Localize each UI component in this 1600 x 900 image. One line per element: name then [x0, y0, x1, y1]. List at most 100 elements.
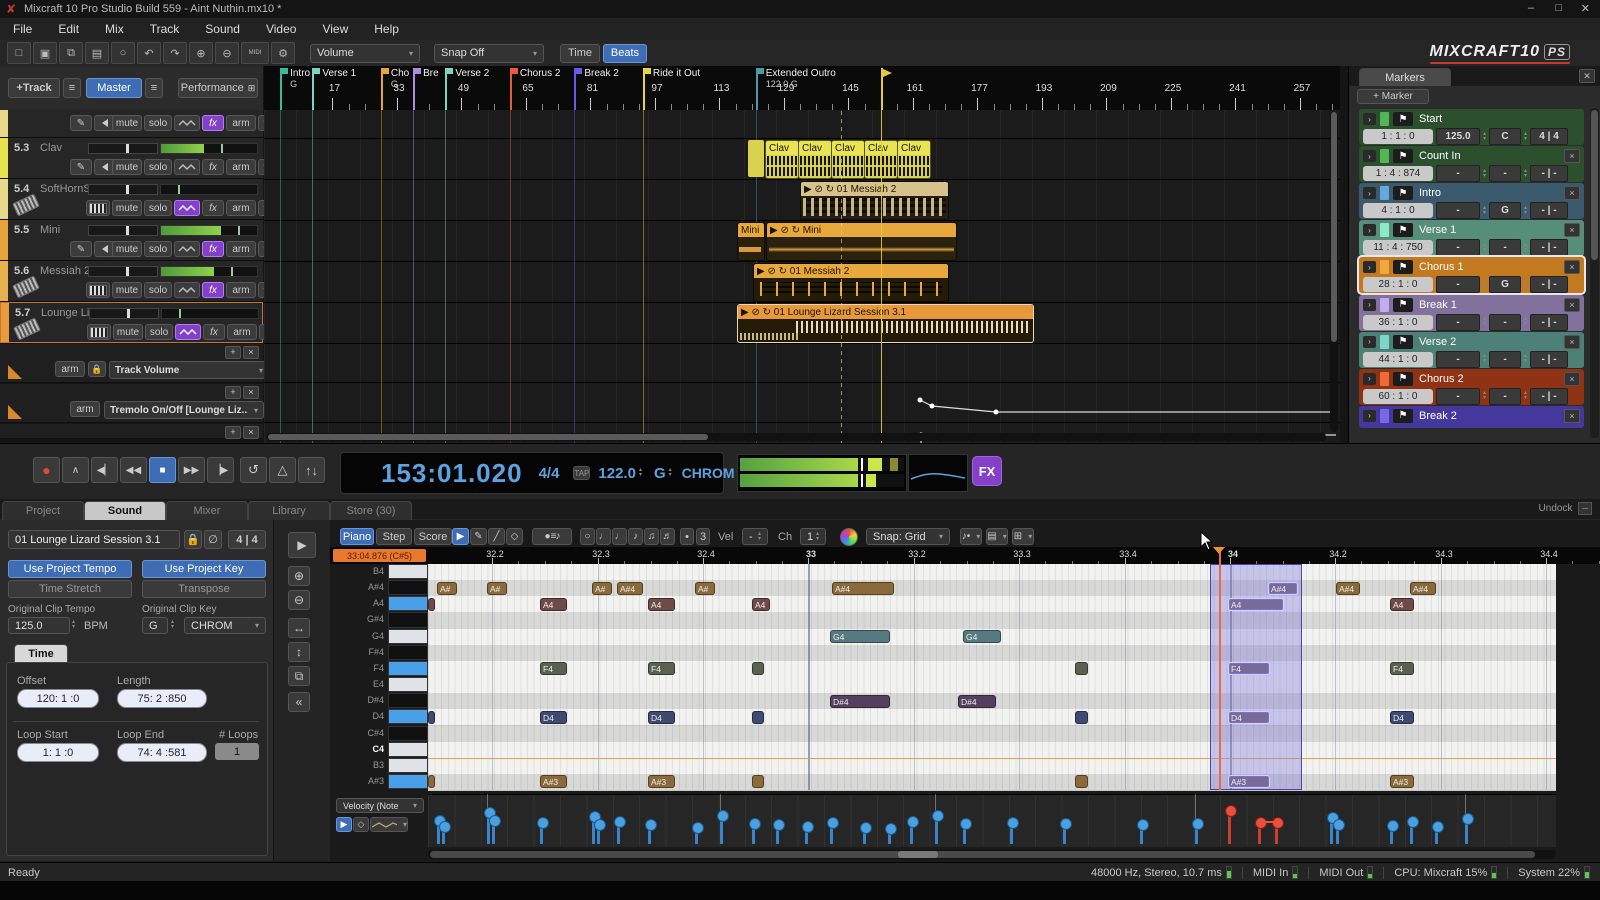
timeline-marker-label[interactable]: Break 2 [584, 68, 618, 79]
track-row-5.5[interactable]: 5.5Mini✎mutesolofxarm▾ [0, 220, 263, 261]
time-stretch-button[interactable]: Time Stretch [8, 580, 132, 598]
velocity-stem[interactable] [910, 820, 913, 844]
marker-color-swatch[interactable] [1380, 149, 1389, 163]
import-icon[interactable]: ⧉ [59, 42, 83, 64]
marker-key-field[interactable]: - [1489, 314, 1521, 331]
menu-view[interactable]: View [309, 18, 361, 40]
new-file-icon[interactable]: □ [7, 42, 31, 64]
marker-expand-button[interactable]: › [1363, 299, 1376, 311]
lane-arm-button[interactable]: arm [70, 401, 100, 417]
midi-note[interactable] [1075, 662, 1088, 675]
velocity-stem[interactable] [1435, 825, 1438, 844]
track-list-icon[interactable]: ≡ [63, 78, 81, 98]
timeline-marker-label[interactable]: Intro [290, 68, 310, 79]
undock-button[interactable]: Undock– [1539, 502, 1592, 515]
num-loops-field[interactable]: 1 [215, 743, 259, 760]
tap-tempo-button[interactable]: TAP [573, 466, 590, 480]
rewind-button[interactable]: ◀◀ [120, 457, 147, 483]
fx-button[interactable]: fx [203, 324, 225, 340]
pencil-icon[interactable]: ✎ [70, 241, 92, 257]
marker-time-field[interactable]: 11 : 4 : 750 [1363, 240, 1433, 255]
marker-tempo-field[interactable]: - [1436, 388, 1480, 405]
pianoroll-tab-step[interactable]: Step [376, 528, 412, 545]
fx-button[interactable]: fx [202, 200, 224, 216]
marker-expand-button[interactable]: › [1363, 150, 1376, 162]
midi-note[interactable] [1075, 775, 1088, 788]
fx-button[interactable]: fx [202, 115, 224, 131]
line-tool-icon[interactable]: ╱ [488, 528, 505, 545]
marker-sig-field[interactable]: 4 | 4 [1530, 128, 1568, 145]
marker-row-verse-2[interactable]: ›⚑Verse 2×44 : 1 : 0-▴▾-▴▾- | - [1359, 332, 1584, 368]
grid-options-icon[interactable]: ⊞▾ [1012, 528, 1034, 545]
marker-color-swatch[interactable] [1380, 260, 1389, 274]
undo-icon[interactable]: ↶ [137, 42, 161, 64]
note-color-wheel-icon[interactable] [840, 528, 858, 546]
fx-button[interactable]: fx [202, 282, 224, 298]
track-row-5.3[interactable]: 5.3Clav✎mutesolofxarm▾ [0, 138, 263, 179]
velocity-stem[interactable] [492, 819, 495, 844]
piano-key-c4[interactable] [388, 742, 428, 757]
automation-button[interactable] [174, 241, 200, 257]
velocity-stem[interactable] [648, 823, 651, 844]
lane-add-button[interactable]: + [225, 346, 241, 359]
time-mode-button[interactable]: Time [560, 44, 600, 63]
transport-signature[interactable]: 4/4 [539, 465, 560, 482]
arm-button[interactable]: arm [226, 200, 256, 216]
velocity-stem[interactable] [1258, 821, 1261, 844]
marker-delete-icon[interactable]: × [1564, 409, 1580, 423]
velocity-stem[interactable] [1410, 820, 1413, 844]
midi-note-a4[interactable]: A4 [1228, 598, 1284, 611]
markers-scrollbar[interactable] [1590, 108, 1599, 438]
velocity-stem[interactable] [1140, 823, 1143, 844]
pencil-icon[interactable]: ✎ [70, 159, 92, 175]
clip-signature-button[interactable]: 4 | 4 [228, 530, 266, 549]
piano-key-b3[interactable] [388, 758, 428, 773]
lane-param-dropdown[interactable]: Tremolo On/Off [Lounge Liz...▾ [104, 401, 264, 419]
velocity-stem[interactable] [963, 822, 966, 844]
go-end-button[interactable]: ▕▶ [207, 457, 234, 483]
automation-button[interactable] [174, 200, 200, 216]
marker-key-field[interactable]: G [1489, 202, 1521, 219]
arm-button[interactable]: arm [226, 241, 256, 257]
marker-tempo-field[interactable]: - [1436, 165, 1480, 182]
piano-key-ds4[interactable] [388, 693, 428, 708]
clip-name-field[interactable]: 01 Lounge Lizard Session 3.1 [8, 530, 180, 549]
velocity-stem[interactable] [776, 823, 779, 844]
marker-flag-icon[interactable]: ⚑ [1393, 335, 1413, 349]
midi-note-d4[interactable]: D4 [540, 711, 567, 724]
midi-note-f4[interactable]: F4 [540, 662, 567, 675]
markers-close-icon[interactable]: ✕ [1579, 69, 1595, 83]
timeline-marker-label[interactable]: Ride it Out [653, 68, 700, 79]
fit-icon[interactable]: ⧉ [288, 666, 310, 686]
velocity-stem[interactable] [597, 823, 600, 844]
marker-flag-icon[interactable]: ⚑ [1393, 409, 1413, 423]
clip-messiah2-b[interactable]: ▶ ⊘ ↻ 01 Messiah 2 [753, 263, 949, 302]
marker-sig-field[interactable]: - | - [1530, 351, 1568, 368]
zoom-in-icon[interactable]: ⊕ [189, 42, 213, 64]
velocity-stem[interactable] [1195, 822, 1198, 844]
note-duration-icon[interactable]: ♩ [612, 528, 627, 545]
fx-button[interactable]: fx [202, 159, 224, 175]
add-track-button[interactable]: +Track [8, 78, 60, 98]
automation-button[interactable] [175, 324, 201, 340]
velocity-stem[interactable] [720, 814, 723, 844]
lane-lock-icon[interactable]: 🔒 [88, 361, 106, 377]
channel-field[interactable]: 1▴▾ [800, 528, 826, 545]
zoom-out-icon[interactable]: ⊖ [215, 42, 239, 64]
master-track-button[interactable]: Master [86, 78, 142, 98]
loop-button[interactable]: ↺ [240, 457, 267, 483]
midi-note-as4[interactable]: A#4 [617, 582, 643, 595]
velocity-stem[interactable] [540, 821, 543, 844]
track-volume-slider[interactable] [88, 266, 158, 277]
midi-note-as[interactable]: A# [437, 582, 457, 595]
save-icon[interactable]: ▤ [85, 42, 109, 64]
pianoroll-hscrollbar[interactable] [428, 850, 1556, 859]
midi-note-as3[interactable]: A#3 [1228, 775, 1270, 788]
marker-delete-icon[interactable]: × [1564, 335, 1580, 349]
marker-delete-icon[interactable]: × [1564, 372, 1580, 386]
zoom-in-icon[interactable]: ⊕ [288, 566, 310, 586]
pianoroll-tab-score[interactable]: Score [414, 528, 452, 545]
velocity-type-dropdown[interactable]: Velocity (Note▾ [336, 798, 424, 813]
midi-note-ds4[interactable]: D#4 [958, 695, 996, 708]
piano-key-gs4[interactable] [388, 612, 428, 627]
